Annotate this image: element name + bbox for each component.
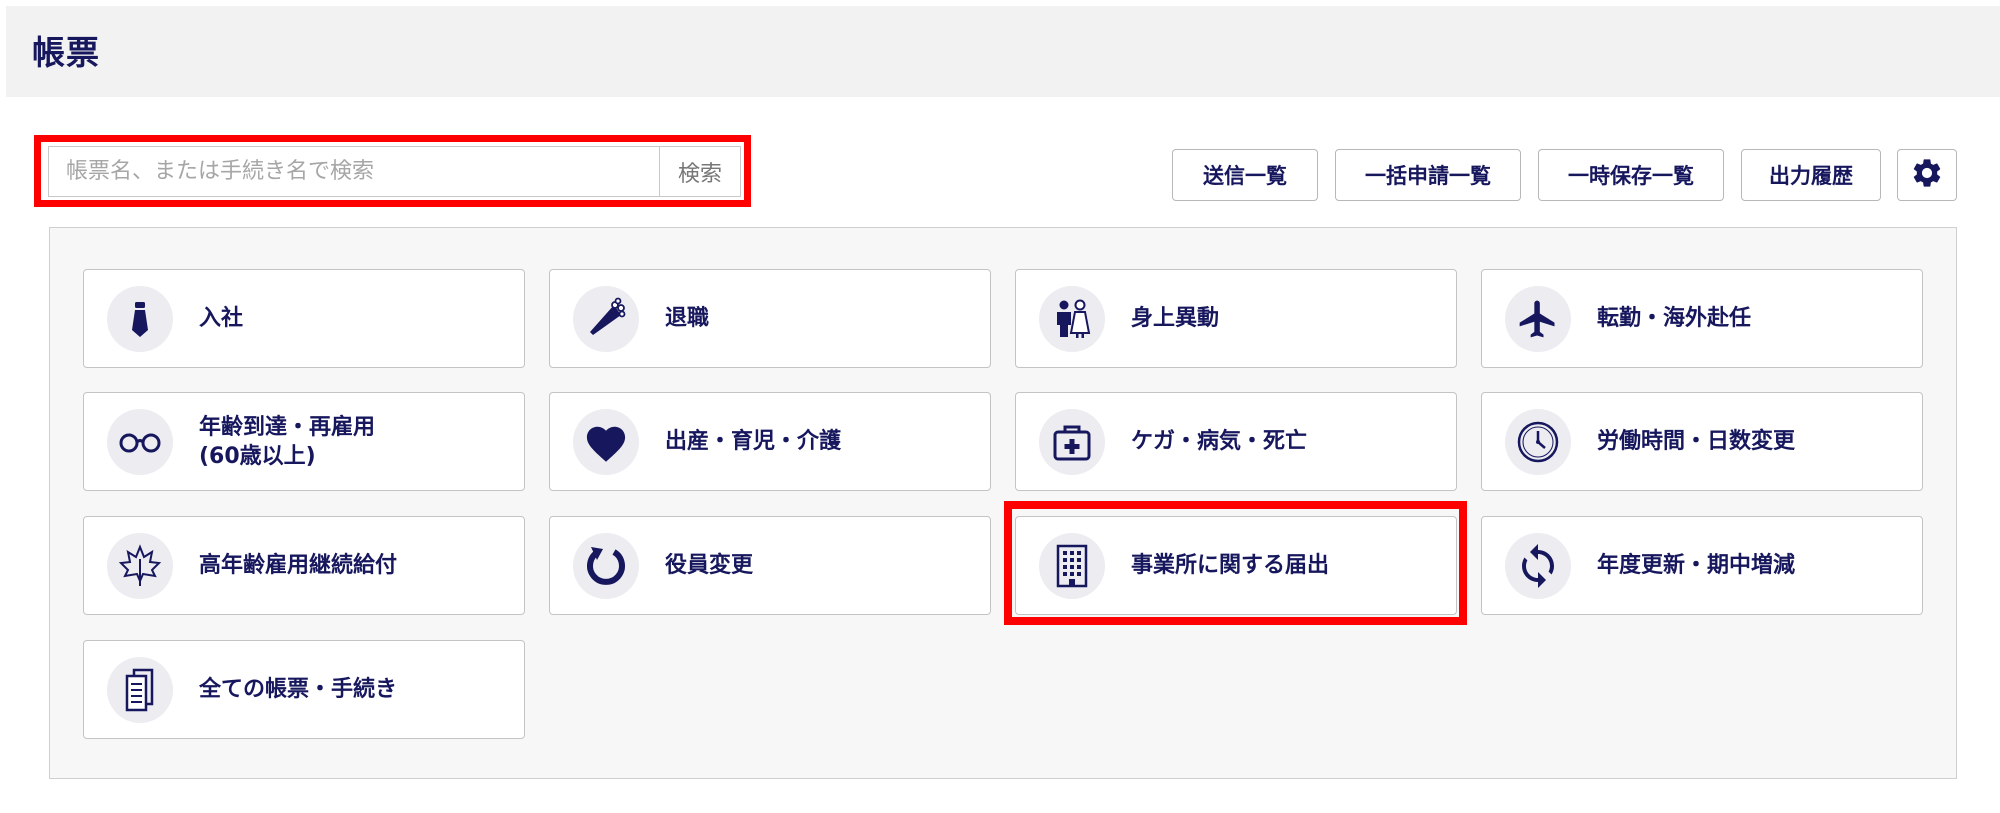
category-label-line1: 年齢到達・再雇用	[199, 414, 376, 440]
documents-icon	[107, 656, 173, 723]
header-bar	[6, 6, 2000, 97]
category-label-line2: (60歳以上)	[199, 443, 316, 469]
bouquet-icon	[573, 285, 639, 352]
category-card-elderly-employment-benefit[interactable]: 高年齢雇用継続給付	[83, 516, 525, 615]
search-box: 検索	[48, 146, 741, 197]
category-card-officer-change[interactable]: 役員変更	[549, 516, 991, 615]
category-label: 年齢到達・再雇用 (60歳以上)	[199, 413, 375, 471]
temporary-save-list-button[interactable]: 一時保存一覧	[1538, 149, 1724, 201]
glasses-icon	[107, 408, 173, 475]
gear-icon	[1910, 156, 1944, 195]
category-card-transfer-overseas[interactable]: 転勤・海外赴任	[1481, 269, 1923, 368]
category-label: 労働時間・日数変更	[1597, 429, 1796, 454]
category-label: 身上異動	[1131, 306, 1220, 331]
category-card-joining[interactable]: 入社	[83, 269, 525, 368]
category-panel: 入社 退職 身上異動 転勤・海外赴任 年齢到達・再雇用 (60歳以上) 出産・育…	[49, 227, 1957, 779]
category-card-all-forms[interactable]: 全ての帳票・手続き	[83, 640, 525, 739]
category-card-personal-change[interactable]: 身上異動	[1015, 269, 1457, 368]
maple-leaf-icon	[107, 532, 173, 599]
search-button[interactable]: 検索	[659, 147, 740, 196]
category-label: 入社	[199, 306, 244, 331]
category-label: 年度更新・期中増減	[1597, 553, 1796, 578]
heart-icon	[573, 408, 639, 475]
category-label: 退職	[665, 306, 710, 331]
medical-kit-icon	[1039, 408, 1105, 475]
search-input[interactable]	[49, 147, 659, 196]
necktie-icon	[107, 285, 173, 352]
category-label: 全ての帳票・手続き	[199, 677, 398, 702]
category-label: 役員変更	[665, 553, 754, 578]
category-card-childbirth-care[interactable]: 出産・育児・介護	[549, 392, 991, 491]
category-label: 高年齢雇用継続給付	[199, 553, 398, 578]
output-history-button[interactable]: 出力履歴	[1741, 149, 1881, 201]
sent-list-button[interactable]: 送信一覧	[1172, 149, 1318, 201]
airplane-icon	[1505, 285, 1571, 352]
category-card-annual-renewal[interactable]: 年度更新・期中増減	[1481, 516, 1923, 615]
category-card-retirement[interactable]: 退職	[549, 269, 991, 368]
category-card-injury-illness-death[interactable]: ケガ・病気・死亡	[1015, 392, 1457, 491]
category-label: 転勤・海外赴任	[1597, 306, 1752, 331]
clock-icon	[1505, 408, 1571, 475]
bulk-application-list-button[interactable]: 一括申請一覧	[1335, 149, 1521, 201]
sync-icon	[1505, 532, 1571, 599]
page-title: 帳票	[32, 33, 100, 72]
category-label: ケガ・病気・死亡	[1131, 429, 1308, 454]
category-label: 出産・育児・介護	[665, 429, 842, 454]
category-card-age-reemployment[interactable]: 年齢到達・再雇用 (60歳以上)	[83, 392, 525, 491]
category-label: 事業所に関する届出	[1131, 553, 1330, 578]
rotate-arrow-icon	[573, 532, 639, 599]
building-icon	[1039, 532, 1105, 599]
wedding-couple-icon	[1039, 285, 1105, 352]
category-card-working-hours-change[interactable]: 労働時間・日数変更	[1481, 392, 1923, 491]
settings-button[interactable]	[1897, 149, 1957, 201]
category-card-office-notification[interactable]: 事業所に関する届出	[1015, 516, 1457, 615]
